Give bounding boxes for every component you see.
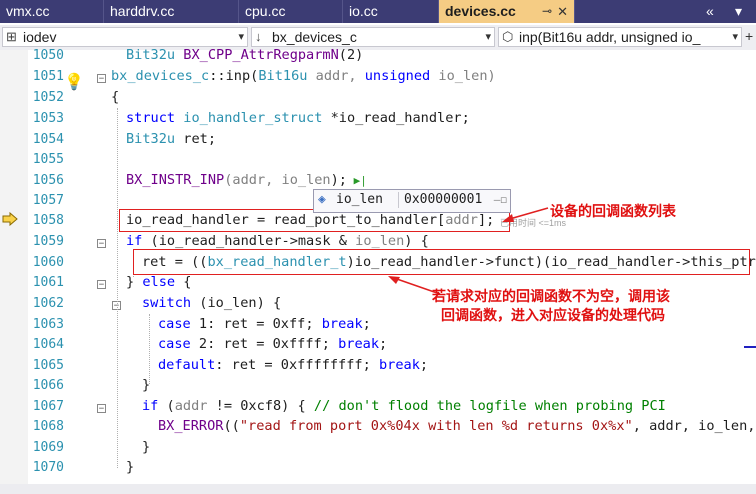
- tab-vmx-cc[interactable]: vmx.cc: [0, 0, 104, 23]
- line-number: 1054: [32, 132, 64, 147]
- code-line-1050: Bit32u BX_CPP_AttrRegparmN(2): [126, 47, 364, 63]
- code-line-1063: case 1: ret = 0xff; break;: [158, 316, 371, 332]
- code-line-1056: BX_INSTR_INP(addr, io_len); ▶|: [126, 172, 367, 188]
- code-line-1064: case 2: ret = 0xffff; break;: [158, 336, 388, 352]
- line-number: 1056: [32, 173, 64, 188]
- line-number: 1064: [32, 337, 64, 352]
- code-line-1067: if (addr != 0xcf8) { // don't flood the …: [142, 398, 666, 414]
- horizontal-scrollbar[interactable]: [0, 484, 756, 494]
- line-number: 1059: [32, 234, 64, 249]
- line-number: 1050: [32, 48, 64, 63]
- tab-label: vmx.cc: [6, 3, 50, 19]
- tab-menu-icon[interactable]: ▾: [735, 0, 742, 23]
- line-number: 1060: [32, 255, 64, 270]
- code-line-1061: } else {: [126, 274, 192, 290]
- chevron-down-icon: ▾: [238, 31, 244, 43]
- variable-icon: ◈: [318, 192, 326, 207]
- line-number: 1065: [32, 358, 64, 373]
- tab-cpu-cc[interactable]: cpu.cc: [239, 0, 343, 23]
- run-to-click-icon[interactable]: ▶|: [347, 174, 367, 187]
- code-line-1069: }: [142, 439, 151, 455]
- line-number: 1052: [32, 90, 64, 105]
- scope-dropdown[interactable]: ↓ bx_devices_c ▾: [251, 27, 495, 47]
- scope-name: bx_devices_c: [272, 29, 357, 45]
- project-dropdown[interactable]: ⊞ iodev ▾: [2, 27, 248, 47]
- annotation-callback-line1: 若请求对应的回调函数不为空，调用该: [432, 289, 670, 305]
- line-number: 1057: [32, 193, 64, 208]
- member-dropdown[interactable]: ⬡ inp(Bit16u addr, unsigned io_ ▾: [498, 27, 742, 47]
- datatip-value: 0x00000001: [404, 192, 483, 207]
- code-line-1051: bx_devices_c::inp(Bit16u addr, unsigned …: [111, 68, 496, 84]
- code-line-1052: {: [111, 89, 120, 105]
- scrollbar-position-marker: [744, 346, 756, 348]
- split-icon[interactable]: +: [745, 28, 753, 44]
- tab-label: cpu.cc: [245, 3, 286, 19]
- project-name: iodev: [23, 29, 57, 45]
- close-icon[interactable]: ✕: [557, 0, 568, 23]
- tab-io-cc[interactable]: io.cc: [343, 0, 439, 23]
- fold-toggle[interactable]: −: [97, 74, 106, 84]
- datatip-name: io_len: [336, 192, 383, 207]
- member-name: inp(Bit16u addr, unsigned io_: [519, 29, 701, 45]
- fold-toggle[interactable]: −: [97, 280, 106, 290]
- fold-toggle[interactable]: −: [97, 404, 106, 414]
- navigation-bar: ⊞ iodev ▾ ↓ bx_devices_c ▾ ⬡ inp(Bit16u …: [0, 25, 756, 51]
- line-number: 1058: [32, 213, 64, 228]
- annotation-callback-line2: 回调函数，进入对应设备的处理代码: [441, 308, 665, 324]
- tab-devices-cc[interactable]: devices.cc ⊸ ✕: [439, 0, 575, 23]
- line-number: 1051: [32, 69, 64, 84]
- tab-label: io.cc: [349, 3, 378, 19]
- line-number: 1068: [32, 419, 64, 434]
- code-editor[interactable]: 1050 1051 1052 1053 1054 1055 1056 1057 …: [0, 47, 756, 494]
- method-icon: ⬡: [502, 29, 514, 44]
- datatip[interactable]: ◈ io_len 0x00000001 —◻: [313, 189, 511, 213]
- code-line-1053: struct io_handler_struct *io_read_handle…: [126, 110, 470, 126]
- code-line-1066: }: [142, 377, 151, 393]
- scope-arrow-icon: ↓: [255, 29, 262, 44]
- datatip-separator: [398, 192, 399, 208]
- pin-icon[interactable]: ⊸: [542, 0, 552, 23]
- tab-label: devices.cc: [445, 3, 516, 19]
- line-number: 1063: [32, 317, 64, 332]
- code-line-1054: Bit32u ret;: [126, 131, 217, 147]
- tab-overflow-icon[interactable]: «: [706, 0, 714, 23]
- tab-label: harddrv.cc: [110, 3, 175, 19]
- fold-toggle[interactable]: −: [97, 239, 106, 249]
- annotation-handler-table: 设备的回调函数列表: [550, 204, 676, 220]
- line-number: 1069: [32, 440, 64, 455]
- chevron-down-icon: ▾: [732, 31, 738, 43]
- line-number: 1055: [32, 152, 64, 167]
- project-icon: ⊞: [6, 29, 17, 44]
- tab-harddrv-cc[interactable]: harddrv.cc: [104, 0, 239, 23]
- quick-actions-icon[interactable]: 💡: [64, 72, 84, 92]
- code-line-1062: switch (io_len) {: [142, 295, 282, 311]
- current-statement-arrow-icon: [2, 212, 18, 226]
- line-number: 1062: [32, 296, 64, 311]
- annotation-arrow: [502, 207, 549, 222]
- code-line-1065: default: ret = 0xffffffff; break;: [158, 357, 429, 373]
- code-line-1059: if (io_read_handler->mask & io_len) {: [126, 233, 429, 249]
- line-number: 1070: [32, 460, 64, 475]
- indent-guide: [117, 108, 118, 468]
- line-number: 1061: [32, 275, 64, 290]
- line-number: 1066: [32, 378, 64, 393]
- line-number: 1053: [32, 111, 64, 126]
- line-number: 1067: [32, 399, 64, 414]
- chevron-down-icon: ▾: [485, 31, 491, 43]
- indent-guide: [149, 314, 150, 384]
- document-tab-strip: vmx.cc harddrv.cc cpu.cc io.cc devices.c…: [0, 0, 756, 23]
- code-line-1068: BX_ERROR(("read from port 0x%04x with le…: [158, 418, 756, 434]
- code-line-1070: }: [126, 459, 135, 475]
